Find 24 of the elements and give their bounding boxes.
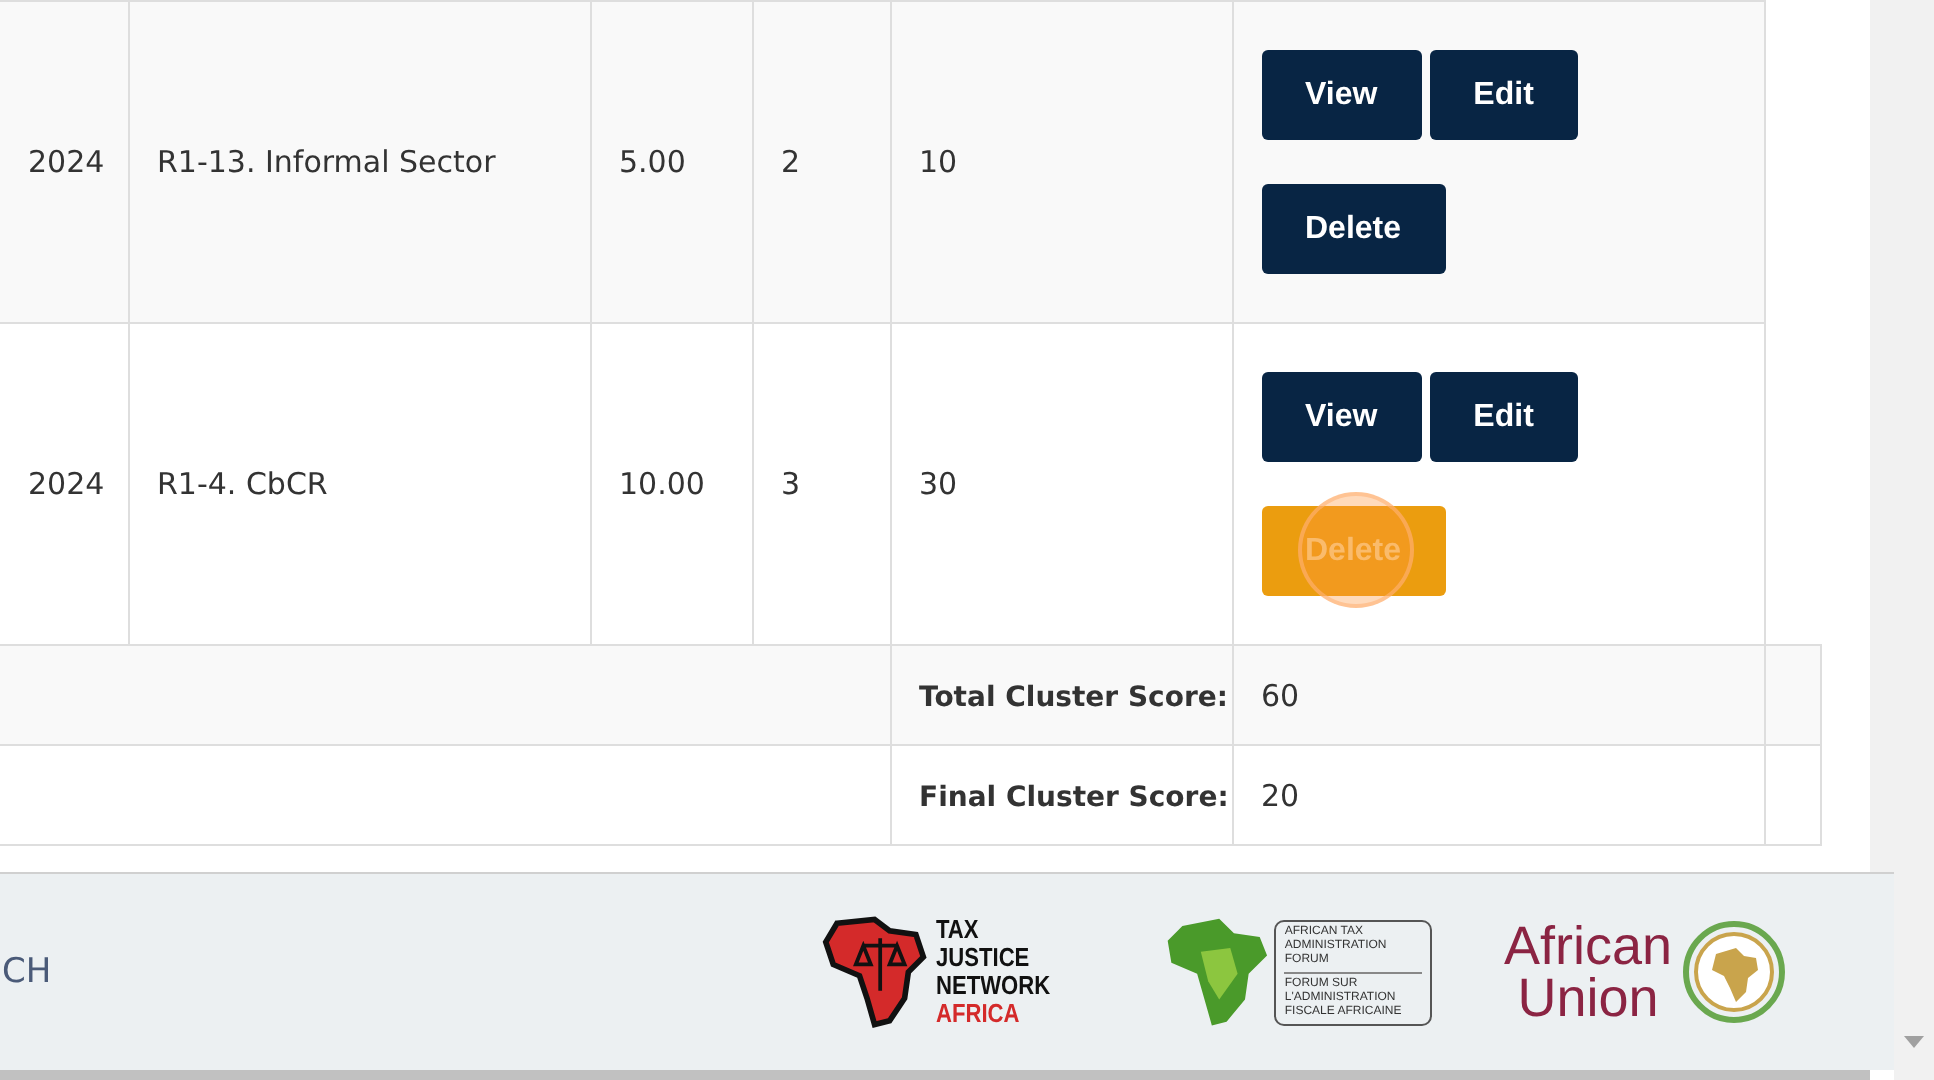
table-cell: 10.00 [619, 466, 705, 502]
delete-button[interactable]: Delete [1261, 184, 1446, 274]
table-cell: 2024 [28, 144, 105, 180]
scroll-down-icon[interactable] [1904, 1036, 1924, 1048]
score-label: Total Cluster Score: [919, 681, 1228, 713]
vertical-scrollbar[interactable] [1894, 0, 1934, 1080]
view-button[interactable]: View [1261, 50, 1422, 140]
tax-justice-network-logo: TAX JUSTICE NETWORK AFRICA [822, 912, 1092, 1033]
table-cell: 2 [781, 144, 801, 180]
table-cell: 2024 [28, 466, 105, 502]
african-union-logo: African Union [1504, 918, 1789, 1027]
edit-button[interactable]: Edit [1429, 50, 1578, 140]
edit-button[interactable]: Edit [1429, 372, 1578, 462]
score-value: 60 [1261, 677, 1300, 713]
table-cell: 3 [781, 466, 801, 502]
score-label: Final Cluster Score: [919, 781, 1229, 813]
table-cell: 10 [919, 144, 958, 180]
table-cell: 5.00 [619, 144, 686, 180]
table-cell: R1-13. Informal Sector [157, 144, 496, 180]
table-cell: 30 [919, 466, 958, 502]
score-value: 20 [1261, 777, 1300, 813]
footer-text: CH [2, 952, 54, 993]
view-button[interactable]: View [1261, 372, 1422, 462]
table-cell: R1-4. CbCR [157, 466, 328, 502]
